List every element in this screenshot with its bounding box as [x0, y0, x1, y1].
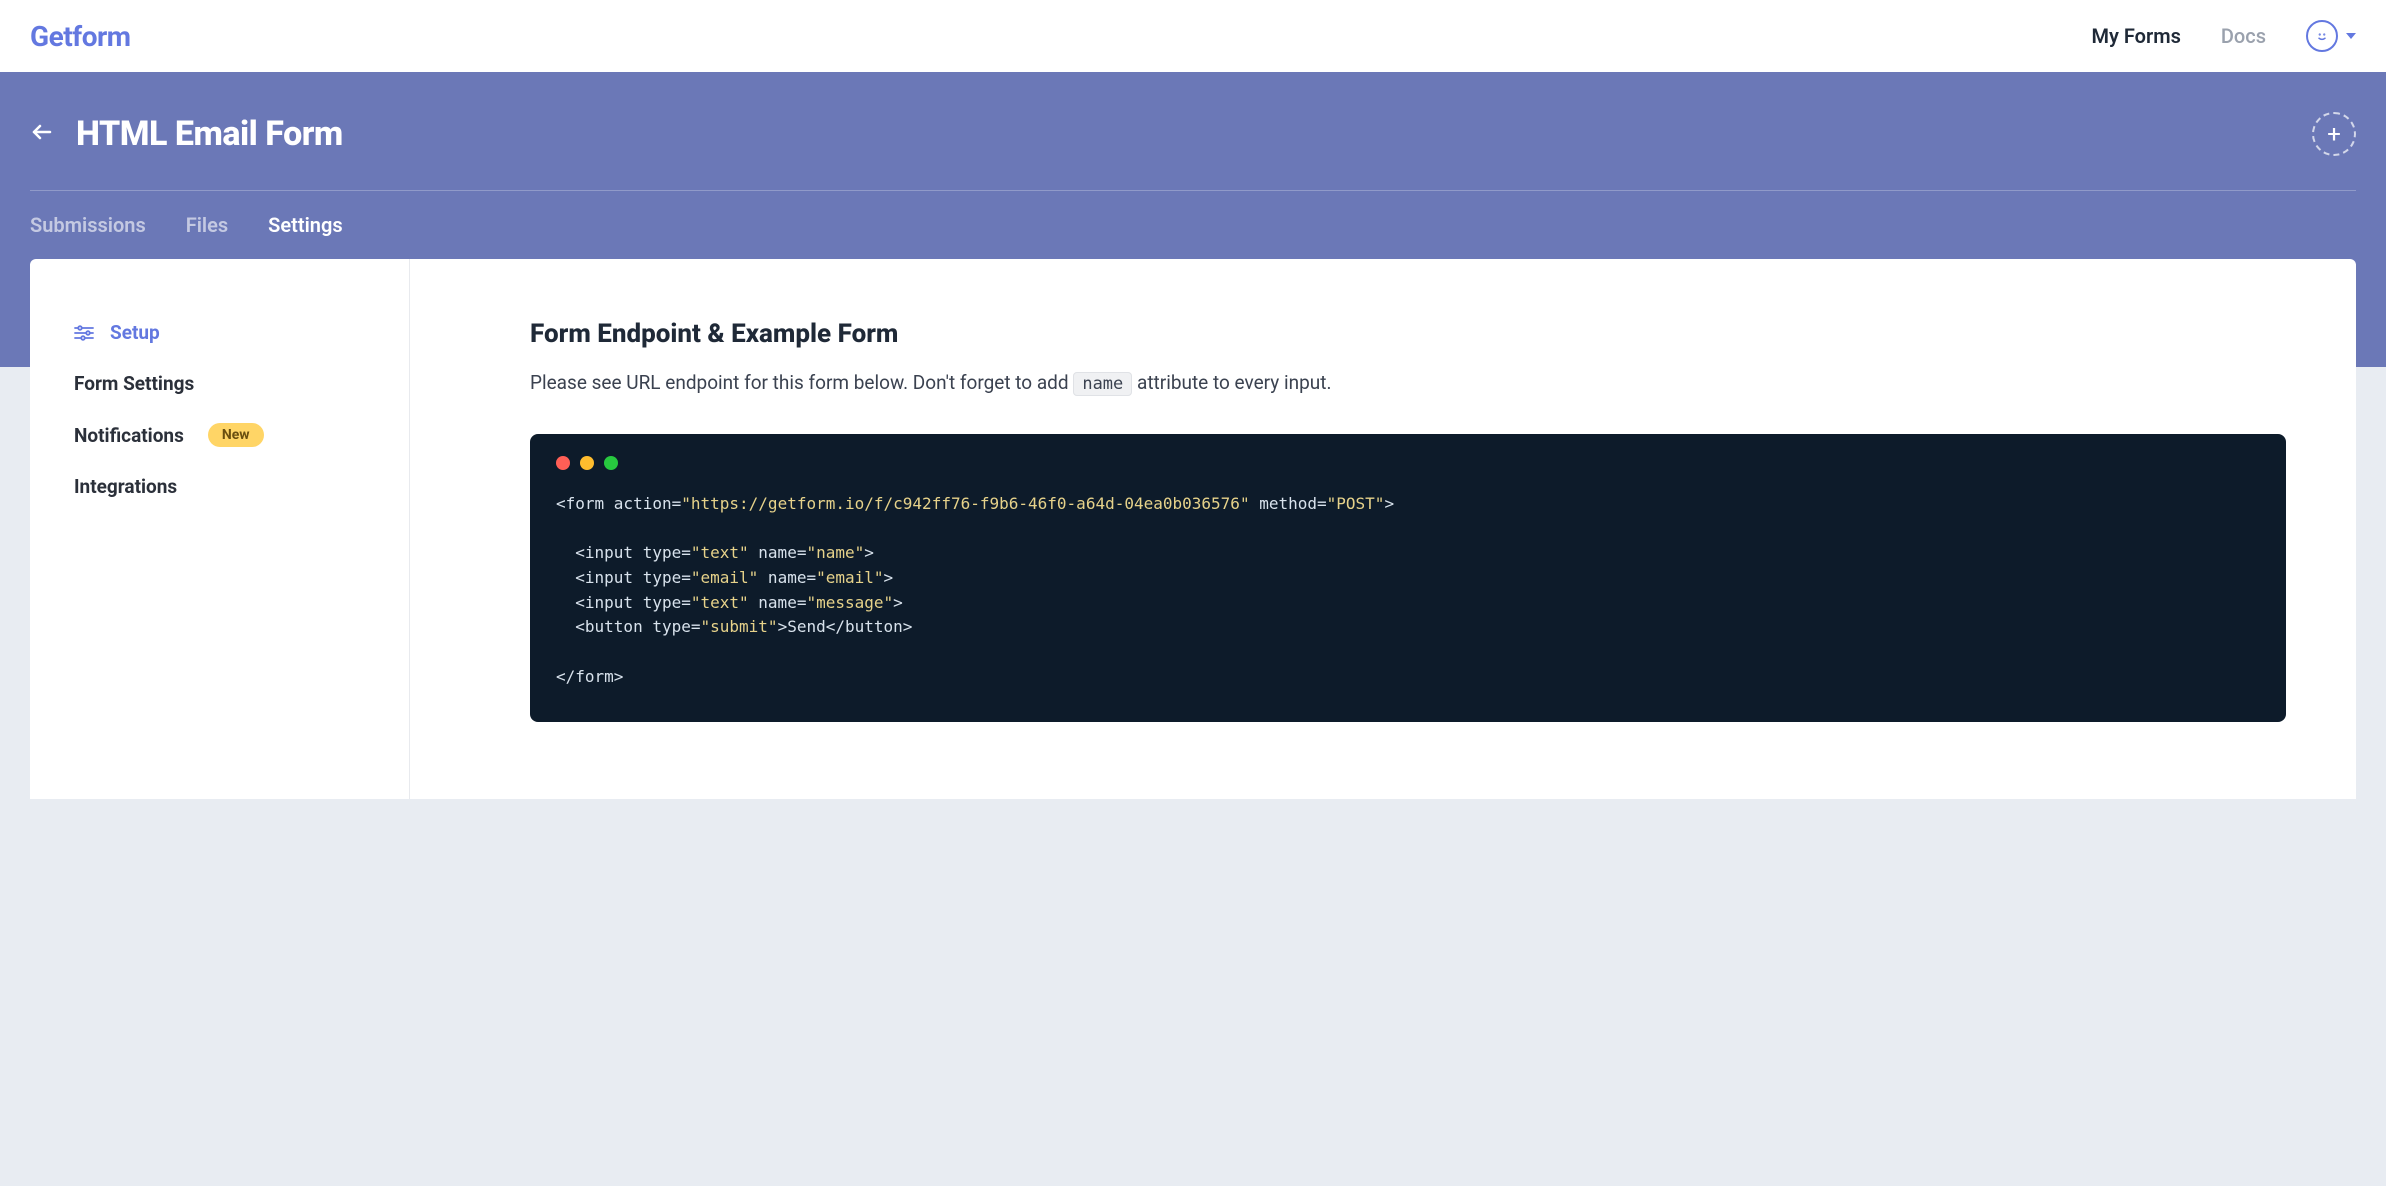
- tabs: Submissions Files Settings: [30, 190, 2356, 259]
- sidebar-item-form-settings[interactable]: Form Settings: [74, 358, 365, 409]
- sidebar-item-label: Integrations: [74, 475, 177, 498]
- nav-my-forms[interactable]: My Forms: [2091, 24, 2180, 48]
- tab-files[interactable]: Files: [186, 213, 228, 237]
- close-dot-icon: [556, 456, 570, 470]
- window-controls: [556, 456, 2260, 470]
- smiley-avatar-icon: [2306, 20, 2338, 52]
- new-badge: New: [208, 423, 264, 447]
- settings-panel: Setup Form Settings Notifications New In…: [30, 259, 2356, 799]
- nav-docs[interactable]: Docs: [2221, 24, 2266, 48]
- code-snippet: <form action="https://getform.io/f/c942f…: [556, 492, 2260, 690]
- back-arrow-icon[interactable]: [30, 120, 54, 148]
- settings-main: Form Endpoint & Example Form Please see …: [410, 259, 2356, 799]
- chevron-down-icon: [2346, 33, 2356, 39]
- settings-sidebar: Setup Form Settings Notifications New In…: [30, 259, 410, 799]
- sidebar-item-notifications[interactable]: Notifications New: [74, 409, 365, 461]
- tab-settings[interactable]: Settings: [268, 213, 342, 237]
- add-button[interactable]: +: [2312, 112, 2356, 156]
- inline-code-name: name: [1073, 372, 1132, 396]
- sliders-icon: [74, 324, 96, 342]
- top-bar: Getform My Forms Docs: [0, 0, 2386, 72]
- section-description: Please see URL endpoint for this form be…: [530, 369, 2286, 398]
- sidebar-item-label: Setup: [110, 321, 160, 344]
- desc-text-after: attribute to every input.: [1132, 371, 1331, 394]
- plus-icon: +: [2327, 120, 2341, 148]
- sidebar-item-label: Notifications: [74, 424, 184, 447]
- brand-logo[interactable]: Getform: [30, 20, 131, 53]
- sidebar-item-label: Form Settings: [74, 372, 194, 395]
- tab-submissions[interactable]: Submissions: [30, 213, 146, 237]
- user-menu[interactable]: [2306, 20, 2356, 52]
- code-example-box: <form action="https://getform.io/f/c942f…: [530, 434, 2286, 722]
- section-heading: Form Endpoint & Example Form: [530, 319, 2286, 349]
- minimize-dot-icon: [580, 456, 594, 470]
- page-title: HTML Email Form: [76, 114, 343, 154]
- maximize-dot-icon: [604, 456, 618, 470]
- desc-text-before: Please see URL endpoint for this form be…: [530, 371, 1073, 394]
- sidebar-item-integrations[interactable]: Integrations: [74, 461, 365, 512]
- sidebar-item-setup[interactable]: Setup: [74, 307, 365, 358]
- top-nav: My Forms Docs: [2091, 20, 2356, 52]
